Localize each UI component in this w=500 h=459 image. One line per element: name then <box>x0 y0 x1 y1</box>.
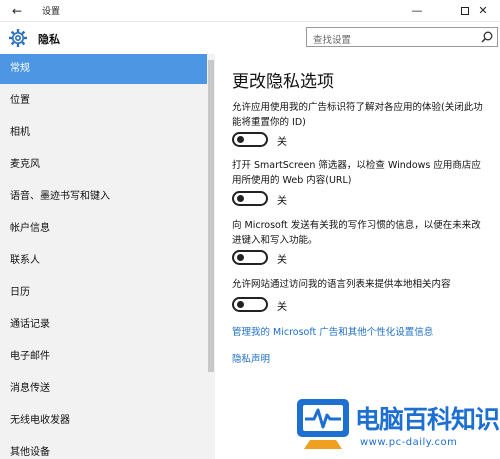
sidebar-item-location[interactable]: 位置 <box>0 86 207 116</box>
search-icon[interactable] <box>480 30 494 44</box>
main-content: 更改隐私选项 允许应用使用我的广告标识符了解对各应用的体验(关闭此功能将重置你的… <box>215 54 500 459</box>
sidebar-item-radios[interactable]: 无线电收发器 <box>0 406 207 436</box>
setting-description-advertising-id: 允许应用使用我的广告标识符了解对各应用的体验(关闭此功能将重置你的 ID) <box>232 102 483 128</box>
sidebar-item-email[interactable]: 电子邮件 <box>0 342 207 372</box>
window-title: 设置 <box>42 7 61 17</box>
sidebar-item-other-devices[interactable]: 其他设备 <box>0 438 207 459</box>
toggle-writing-habits[interactable] <box>232 250 268 265</box>
sidebar-item-general[interactable]: 常规 <box>0 54 207 84</box>
setting-description-smartscreen: 打开 SmartScreen 筛选器，以检查 Windows 应用商店应用所使用… <box>232 160 481 186</box>
toggle-knob <box>237 136 244 143</box>
close-button[interactable]: ✕ <box>466 0 500 22</box>
watermark-text: 电脑百科知识 <box>355 405 500 434</box>
toggle-knob <box>237 195 244 202</box>
sidebar-item-microphone[interactable]: 麦克风 <box>0 150 207 180</box>
sidebar-item-camera[interactable]: 相机 <box>0 118 207 148</box>
setting-description-writing-habits: 向 Microsoft 发送有关我的写作习惯的信息，以便在未来改进键入和写入功能… <box>232 220 481 246</box>
toggle-advertising-id[interactable] <box>232 132 268 147</box>
search-box[interactable] <box>306 27 498 50</box>
gear-icon <box>9 29 27 47</box>
sidebar-scrollbar-thumb[interactable] <box>208 60 214 372</box>
toggle-state-label: 关 <box>277 196 287 207</box>
watermark-url: www.pc-daily.com <box>360 437 458 448</box>
page-section-title: 隐私 <box>38 33 60 46</box>
privacy-statement-link[interactable]: 隐私声明 <box>232 351 270 365</box>
toggle-smartscreen[interactable] <box>232 191 268 206</box>
sidebar-item-contacts[interactable]: 联系人 <box>0 246 207 276</box>
sidebar-item-calendar[interactable]: 日历 <box>0 278 207 308</box>
minimize-button[interactable]: — <box>400 0 434 22</box>
search-input[interactable] <box>307 31 479 50</box>
toggle-knob <box>237 301 244 308</box>
sidebar-item-messaging[interactable]: 消息传送 <box>0 374 207 404</box>
toggle-state-label: 关 <box>277 137 287 148</box>
watermark-logo <box>297 399 349 449</box>
manage-ads-link[interactable]: 管理我的 Microsoft 广告和其他个性化设置信息 <box>232 324 433 338</box>
back-button[interactable]: ← <box>6 2 28 20</box>
sidebar-item-call-history[interactable]: 通话记录 <box>0 310 207 340</box>
sidebar-item-speech-inking-typing[interactable]: 语音、墨迹书写和键入 <box>0 182 207 212</box>
setting-description-language-list: 允许网站通过访问我的语言列表来提供本地相关内容 <box>232 279 451 290</box>
toggle-state-label: 关 <box>277 302 287 313</box>
toggle-knob <box>237 254 244 261</box>
title-bar: ← 设置 — ✕ <box>0 0 500 22</box>
sidebar: 常规 位置 相机 麦克风 语音、墨迹书写和键入 帐户信息 联系人 日历 通话记录… <box>0 54 215 459</box>
sidebar-item-account-info[interactable]: 帐户信息 <box>0 214 207 244</box>
toggle-language-list[interactable] <box>232 297 268 312</box>
page-title: 更改隐私选项 <box>232 72 334 92</box>
toggle-state-label: 关 <box>277 255 287 266</box>
